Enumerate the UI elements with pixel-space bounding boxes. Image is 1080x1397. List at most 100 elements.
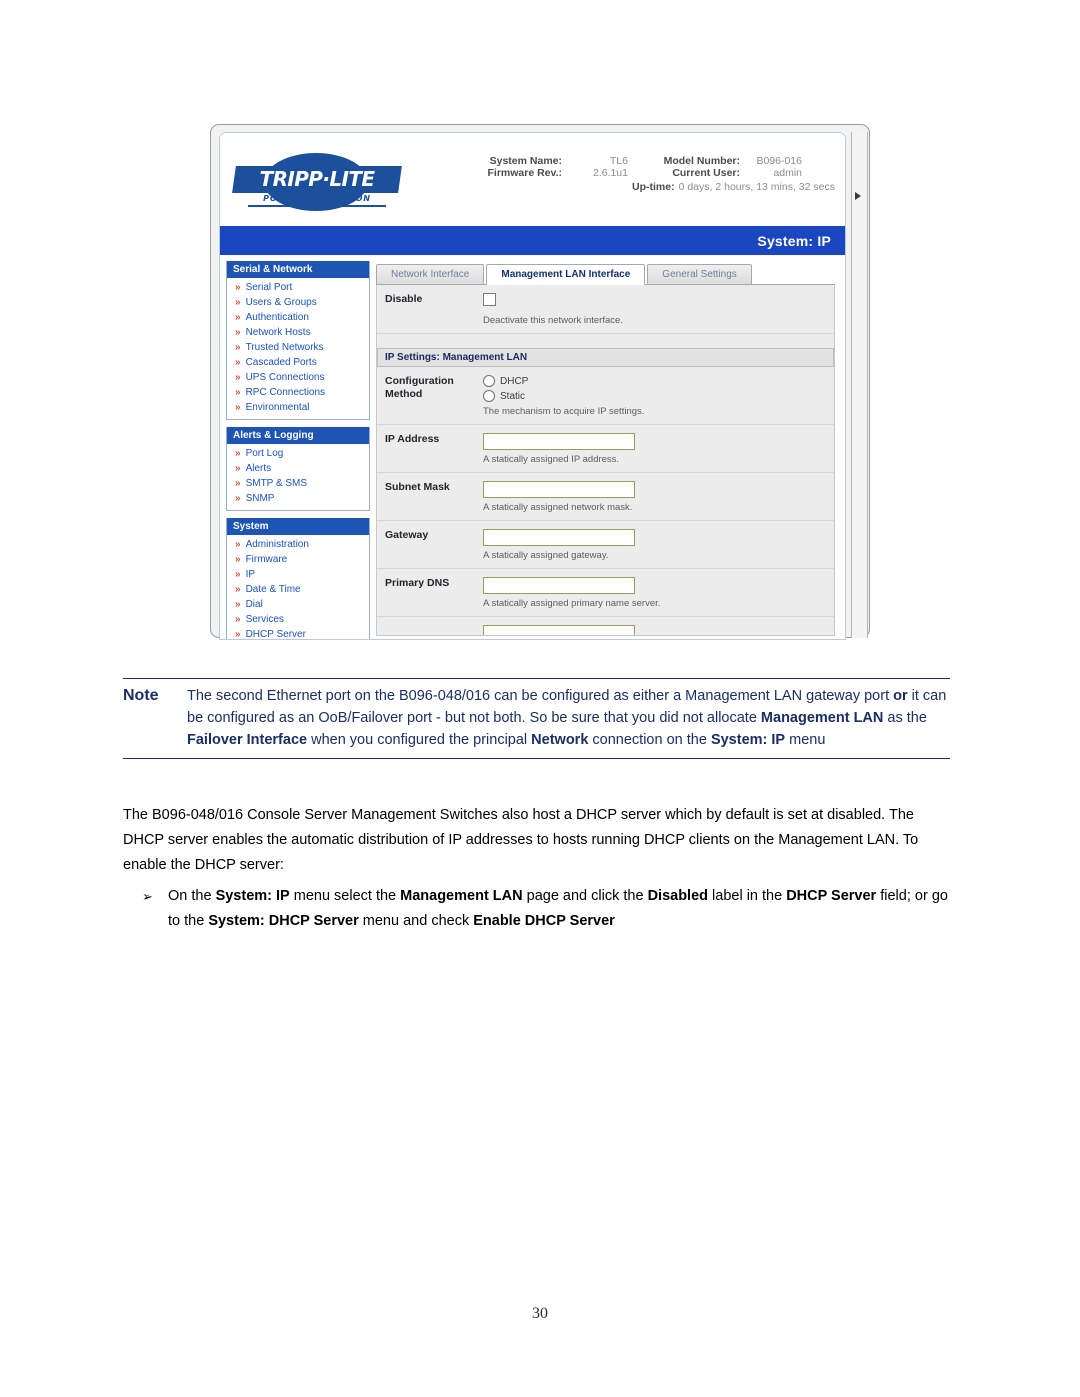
uptime-value: 0 days, 2 hours, 13 mins, 32 secs bbox=[678, 181, 835, 193]
bullet-icon: » bbox=[235, 583, 241, 595]
gateway-help: A statically assigned gateway. bbox=[483, 550, 609, 561]
radio-dhcp-input[interactable] bbox=[483, 375, 495, 387]
radio-static-input[interactable] bbox=[483, 390, 495, 402]
ip-address-row: IP Address A statically assigned IP addr… bbox=[377, 425, 834, 473]
page-number: 30 bbox=[532, 1305, 548, 1322]
tab-management-lan-interface[interactable]: Management LAN Interface bbox=[486, 264, 646, 285]
primary-dns-input[interactable] bbox=[483, 577, 635, 594]
sidebar-item-port-log[interactable]: » Port Log bbox=[227, 446, 369, 461]
subnet-mask-control: A statically assigned network mask. bbox=[483, 481, 834, 513]
sidebar-item-cascaded-ports[interactable]: » Cascaded Ports bbox=[227, 355, 369, 370]
bullet-icon: » bbox=[235, 356, 241, 368]
bullet-icon: » bbox=[235, 326, 241, 338]
panel-spacer bbox=[377, 334, 834, 348]
sidebar-item-firmware[interactable]: » Firmware bbox=[227, 552, 369, 567]
sidebar-item-snmp[interactable]: » SNMP bbox=[227, 491, 369, 506]
list-item-text: On the System: IP menu select the Manage… bbox=[168, 888, 948, 929]
sidebar-item-label: IP bbox=[245, 568, 256, 580]
sidebar-item-label: Serial Port bbox=[245, 281, 293, 293]
scrollbar-arrow-icon bbox=[855, 192, 861, 200]
nav-group-title: Alerts & Logging bbox=[227, 427, 369, 444]
sidebar-item-label: Environmental bbox=[245, 401, 310, 413]
sidebar-item-label: Dial bbox=[245, 598, 263, 610]
tab-network-interface[interactable]: Network Interface bbox=[376, 264, 485, 284]
sidebar-item-label: Authentication bbox=[245, 311, 309, 323]
nav-group-alerts-logging: Alerts & Logging » Port Log » Alerts » SMTP… bbox=[226, 427, 370, 511]
sidebar-item-dhcp-server[interactable]: » DHCP Server bbox=[227, 627, 369, 640]
primary-dns-row: Primary DNS A statically assigned primar… bbox=[377, 569, 834, 617]
bullet-icon: » bbox=[235, 281, 241, 293]
sidebar-item-ups-connections[interactable]: » UPS Connections bbox=[227, 370, 369, 385]
app-body: Serial & Network » Serial Port » Users & G… bbox=[220, 255, 845, 639]
sidebar-item-label: UPS Connections bbox=[245, 371, 325, 383]
page-title: System: IP bbox=[757, 232, 831, 249]
arrow-bullet-icon: ➢ bbox=[142, 889, 153, 904]
disable-label: Disable bbox=[385, 293, 423, 305]
gateway-input[interactable] bbox=[483, 529, 635, 546]
radio-static-label: Static bbox=[500, 390, 526, 402]
sidebar-item-environmental[interactable]: » Environmental bbox=[227, 400, 369, 415]
system-info-row: Firmware Rev.: 2.6.1u1 Current User: adm… bbox=[470, 167, 835, 179]
disable-checkbox[interactable] bbox=[483, 293, 496, 306]
vertical-scrollbar[interactable] bbox=[851, 132, 868, 638]
ip-address-label: IP Address bbox=[385, 433, 440, 445]
bullet-icon: » bbox=[235, 447, 241, 459]
system-info-row: System Name: TL6 Model Number: B096-016 bbox=[470, 155, 835, 167]
bullet-icon: » bbox=[235, 598, 241, 610]
sidebar-item-label: Firmware bbox=[245, 553, 288, 565]
sidebar-item-users-groups[interactable]: » Users & Groups bbox=[227, 295, 369, 310]
note-box: Note The second Ethernet port on the B09… bbox=[123, 678, 950, 759]
bullet-icon: » bbox=[235, 386, 241, 398]
note-keyword: Note bbox=[123, 687, 159, 704]
primary-dns-label: Primary DNS bbox=[385, 577, 450, 589]
sidebar-item-rpc-connections[interactable]: » RPC Connections bbox=[227, 385, 369, 400]
subnet-mask-input[interactable] bbox=[483, 481, 635, 498]
tab-general-settings[interactable]: General Settings bbox=[647, 264, 752, 284]
nav-group-serial-network: Serial & Network » Serial Port » Users & G… bbox=[226, 261, 370, 420]
clipped-row bbox=[377, 617, 834, 635]
sidebar-item-dial[interactable]: » Dial bbox=[227, 597, 369, 612]
logo-tagline: POWER PROTECTION bbox=[263, 194, 371, 203]
ip-address-help: A statically assigned IP address. bbox=[483, 454, 620, 465]
nav-list: » Port Log » Alerts » SMTP & SMS » SNMP bbox=[227, 444, 369, 510]
main-content: Network Interface Management LAN Interfa… bbox=[370, 255, 845, 636]
sidebar-item-label: Alerts bbox=[245, 462, 272, 474]
subnet-mask-help: A statically assigned network mask. bbox=[483, 502, 633, 513]
sidebar-item-trusted-networks[interactable]: » Trusted Networks bbox=[227, 340, 369, 355]
sidebar-item-date-time[interactable]: » Date & Time bbox=[227, 582, 369, 597]
logo-rule bbox=[248, 205, 386, 207]
ip-address-control: A statically assigned IP address. bbox=[483, 433, 834, 465]
sidebar-item-alerts[interactable]: » Alerts bbox=[227, 461, 369, 476]
logo-wordmark: TRIPP·LITE bbox=[259, 167, 375, 191]
sidebar-item-label: Network Hosts bbox=[245, 326, 311, 338]
sidebar-item-ip[interactable]: » IP bbox=[227, 567, 369, 582]
clipped-input[interactable] bbox=[483, 625, 635, 635]
sidebar-item-label: SNMP bbox=[245, 492, 275, 504]
sidebar-item-services[interactable]: » Services bbox=[227, 612, 369, 627]
firmware-rev-label: Firmware Rev.: bbox=[487, 167, 563, 179]
sidebar-item-smtp-sms[interactable]: » SMTP & SMS bbox=[227, 476, 369, 491]
sidebar-item-administration[interactable]: » Administration bbox=[227, 537, 369, 552]
sidebar-item-label: DHCP Server bbox=[245, 628, 306, 640]
ip-address-input[interactable] bbox=[483, 433, 635, 450]
sidebar-item-label: Port Log bbox=[245, 447, 284, 459]
sidebar-item-serial-port[interactable]: » Serial Port bbox=[227, 280, 369, 295]
subnet-mask-label: Subnet Mask bbox=[385, 481, 450, 493]
sidebar-item-label: Date & Time bbox=[245, 583, 301, 595]
bullet-icon: » bbox=[235, 492, 241, 504]
sidebar-nav: Serial & Network » Serial Port » Users & G… bbox=[220, 255, 370, 639]
system-name-value: TL6 bbox=[609, 155, 628, 167]
uptime-label: Up-time: bbox=[631, 181, 675, 193]
model-number-field: Model Number: B096-016 bbox=[628, 155, 802, 167]
firmware-rev-value: 2.6.1u1 bbox=[592, 167, 628, 179]
firmware-rev-field: Firmware Rev.: 2.6.1u1 bbox=[470, 167, 629, 179]
sidebar-item-authentication[interactable]: » Authentication bbox=[227, 310, 369, 325]
radio-static[interactable]: Static bbox=[483, 390, 834, 402]
note-inner: Note The second Ethernet port on the B09… bbox=[123, 685, 950, 751]
radio-dhcp[interactable]: DHCP bbox=[483, 375, 834, 387]
bullet-icon: » bbox=[235, 401, 241, 413]
nav-group-system: System » Administration » Firmware » IP » Da… bbox=[226, 518, 370, 640]
tab-bar: Network Interface Management LAN Interfa… bbox=[376, 263, 835, 285]
app-header: TRIPP·LITE POWER PROTECTION System Name:… bbox=[220, 133, 845, 226]
sidebar-item-network-hosts[interactable]: » Network Hosts bbox=[227, 325, 369, 340]
